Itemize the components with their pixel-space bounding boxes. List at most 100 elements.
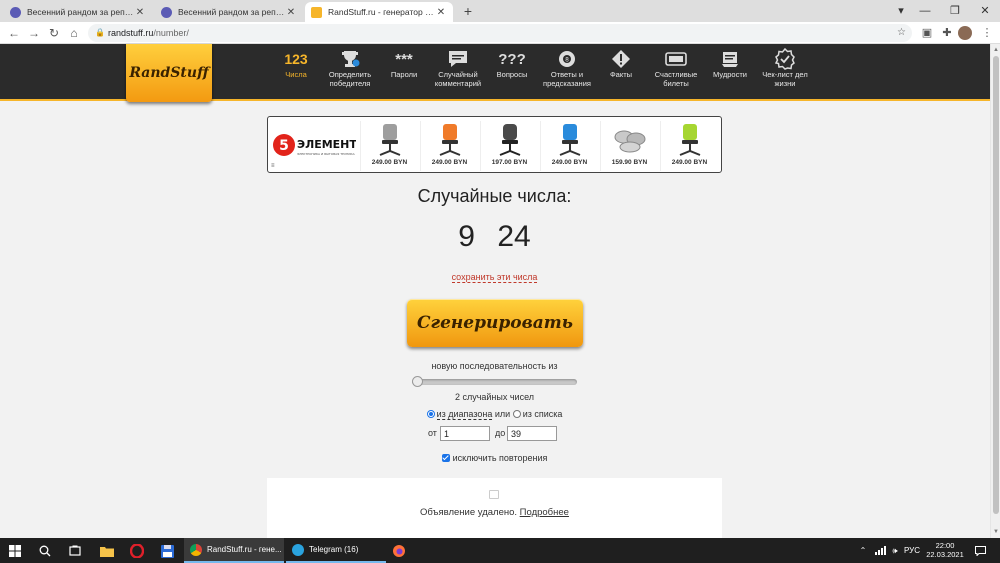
browser-tab-strip: Весенний рандом за репост! - К ✕ Весенни… [0, 0, 1000, 22]
ad-product[interactable]: 249.00 BYN [540, 121, 598, 171]
exclude-repeats-checkbox[interactable] [441, 454, 450, 462]
ad-product[interactable]: 249.00 BYN [420, 121, 478, 171]
nav-item-tickets[interactable]: Счастливые билеты [646, 48, 706, 88]
mode-range-label[interactable]: из диапазона [436, 409, 493, 420]
mode-range-radio[interactable] [426, 410, 435, 418]
ad-product[interactable]: 159.90 BYN [600, 121, 658, 171]
nav-item-questions[interactable]: ??? Вопросы [482, 48, 542, 80]
office-chair-icon [481, 121, 538, 159]
random-numbers-result: 9 24 [458, 220, 531, 253]
exclude-repeats-row: исключить повторения [267, 453, 722, 463]
office-chair-icon [661, 121, 718, 159]
browser-tab-title: Весенний рандом за репост! - К [178, 7, 285, 17]
nav-item-checklist[interactable]: Чек-лист дел жизни [755, 48, 815, 88]
nav-item-comment[interactable]: Случайный комментарий [428, 48, 488, 88]
nav-item-label: Случайный комментарий [434, 70, 482, 88]
home-icon[interactable]: ⌂ [66, 25, 82, 41]
question-icon: ??? [498, 50, 526, 68]
reading-list-icon[interactable]: ▣ [920, 26, 934, 40]
nav-item-facts[interactable]: Факты [591, 48, 651, 79]
nav-item-passwords[interactable]: *** Пароли [374, 48, 434, 80]
ad-product[interactable]: 249.00 BYN [360, 121, 418, 171]
browser-tab-title: RandStuff.ru - генератор случай [328, 7, 435, 17]
opera-icon[interactable] [128, 542, 146, 560]
windows-start-icon[interactable] [6, 542, 24, 560]
menu-kebab-icon[interactable]: ⋮ [980, 26, 994, 40]
ad-menu-icon[interactable]: ≡ [271, 163, 275, 169]
brand-logo: 5 ЭЛЕМЕНТ ЭЛЕКТРОНИКА И БЫТОВАЯ ТЕХНИКА [272, 133, 357, 159]
search-icon[interactable] [36, 542, 54, 560]
exclude-repeats-label[interactable]: исключить повторения [453, 453, 548, 463]
site-logo[interactable]: RandStuff [126, 44, 212, 102]
nav-item-label: Факты [609, 70, 633, 79]
notifications-icon[interactable] [972, 538, 988, 563]
forward-arrow-icon[interactable]: → [26, 25, 42, 41]
nav-item-answers[interactable]: 8 Ответы и предсказания [537, 48, 597, 88]
close-window-icon[interactable]: ✕ [970, 0, 1000, 22]
restore-icon[interactable]: ❐ [940, 0, 970, 22]
mode-list-label[interactable]: из списка [523, 409, 563, 419]
mode-list-radio[interactable] [512, 410, 521, 418]
product-price: 249.00 BYN [551, 159, 588, 166]
ad-more-link[interactable]: Подробнее [520, 507, 569, 518]
count-slider[interactable] [412, 376, 577, 387]
page-scrollbar[interactable]: ▲ ▼ [990, 44, 1000, 538]
browser-tab-3[interactable]: RandStuff.ru - генератор случай ✕ [305, 2, 453, 22]
tray-chevron-icon[interactable]: ⌃ [856, 538, 870, 563]
scroll-up-icon[interactable]: ▲ [991, 45, 1000, 55]
firefox-icon[interactable] [390, 542, 408, 560]
file-explorer-icon[interactable] [98, 542, 116, 560]
svg-text:ЭЛЕМЕНТ: ЭЛЕМЕНТ [297, 138, 356, 151]
save-numbers-link[interactable]: сохранить эти числа [267, 272, 722, 283]
ticket-icon [646, 48, 706, 70]
scroll-down-icon[interactable]: ▼ [991, 527, 1000, 537]
ad-product[interactable]: 249.00 BYN [660, 121, 718, 171]
nav-item-label: Пароли [390, 70, 418, 79]
close-tab-icon[interactable]: ✕ [435, 7, 447, 18]
slider-handle[interactable] [412, 376, 423, 387]
minimize-icon[interactable]: — [910, 0, 940, 22]
url-input[interactable]: 🔒 randstuff.ru/number/ ☆ [88, 24, 912, 42]
back-arrow-icon[interactable]: ← [6, 25, 22, 41]
bookmark-star-icon[interactable]: ☆ [897, 24, 906, 42]
to-input[interactable] [507, 426, 557, 441]
new-tab-icon[interactable]: + [460, 3, 476, 19]
task-view-icon[interactable] [66, 542, 84, 560]
logo-text: RandStuff [129, 65, 209, 81]
nav-item-label: Числа [285, 70, 307, 79]
svg-text:5: 5 [279, 138, 289, 154]
product-price: 249.00 BYN [371, 159, 408, 166]
url-host: randstuff.ru [108, 28, 154, 38]
profile-avatar[interactable] [958, 26, 972, 40]
mode-selector: из диапазона или из списка [267, 409, 722, 420]
fact-icon [591, 48, 651, 70]
nav-item-numbers[interactable]: 123 Числа [266, 48, 326, 80]
generate-button[interactable]: Сгенерировать [407, 299, 583, 347]
system-clock[interactable]: 22:00 22.03.2021 [920, 541, 970, 559]
nav-item-winner[interactable]: Определить победителя [320, 48, 380, 88]
ad-product[interactable]: 197.00 BYN [480, 121, 538, 171]
sequence-label: новую последовательность из [431, 361, 558, 371]
browser-tab-2[interactable]: Весенний рандом за репост! - К ✕ [155, 2, 303, 22]
clock-time: 22:00 [935, 541, 955, 550]
lock-icon: 🔒 [95, 28, 105, 37]
cookware-set-icon [601, 121, 658, 159]
taskbar-app-telegram[interactable]: Telegram (16) [286, 538, 386, 563]
volume-icon[interactable]: 🕪 [888, 538, 902, 563]
close-tab-icon[interactable]: ✕ [134, 7, 146, 18]
keyboard-language[interactable]: РУС [902, 538, 922, 563]
browser-tab-1[interactable]: Весенний рандом за репост! - К ✕ [4, 2, 152, 22]
save-floppy-icon[interactable] [158, 542, 176, 560]
from-input[interactable] [440, 426, 490, 441]
chrome-icon [190, 543, 202, 556]
extensions-puzzle-icon[interactable]: ✚ [940, 26, 954, 40]
nav-item-label: Чек-лист дел жизни [762, 70, 808, 88]
nav-item-wisdom[interactable]: Мудрости [700, 48, 760, 79]
scroll-thumb[interactable] [993, 56, 999, 514]
close-tab-icon[interactable]: ✕ [285, 7, 297, 18]
reload-icon[interactable]: ↻ [46, 25, 62, 41]
taskbar-app-chrome[interactable]: RandStuff.ru - генe... [184, 538, 284, 563]
ad-placeholder-icon [489, 490, 499, 499]
network-icon[interactable] [872, 538, 888, 563]
ad-banner[interactable]: 5 ЭЛЕМЕНТ ЭЛЕКТРОНИКА И БЫТОВАЯ ТЕХНИКА … [267, 116, 722, 173]
